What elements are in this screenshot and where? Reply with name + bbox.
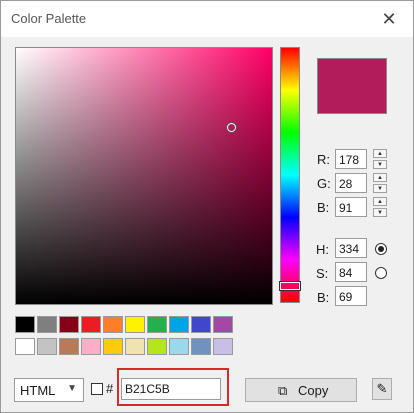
blue-up-button[interactable]: ▲: [373, 197, 387, 206]
hue-radio[interactable]: [375, 243, 387, 255]
color-swatch[interactable]: [37, 338, 57, 355]
green-down-button[interactable]: ▼: [373, 184, 387, 193]
copy-icon: ⧉: [278, 383, 288, 398]
green-label: G:: [317, 176, 331, 191]
color-swatch[interactable]: [81, 338, 101, 355]
color-swatch[interactable]: [125, 338, 145, 355]
green-up-button[interactable]: ▲: [373, 173, 387, 182]
format-select-value: HTML: [20, 383, 56, 398]
color-swatch[interactable]: [81, 316, 101, 333]
color-preview: [317, 58, 387, 114]
hash-label: #: [106, 381, 114, 396]
red-up-button[interactable]: ▲: [373, 149, 387, 158]
color-swatch[interactable]: [169, 316, 189, 333]
color-swatch[interactable]: [15, 338, 35, 355]
color-swatch[interactable]: [169, 338, 189, 355]
sv-black-layer: [16, 48, 272, 304]
red-stepper[interactable]: ▲ ▼: [373, 149, 387, 169]
eyedropper-icon[interactable]: ✎: [372, 378, 392, 400]
red-down-button[interactable]: ▼: [373, 160, 387, 169]
copy-button-label: Copy: [298, 383, 329, 398]
color-swatch[interactable]: [191, 338, 211, 355]
hue-slider[interactable]: [280, 47, 300, 303]
title-bar: Color Palette ✕: [1, 1, 413, 37]
color-swatch[interactable]: [125, 316, 145, 333]
saturation-radio[interactable]: [375, 267, 387, 279]
color-swatch[interactable]: [213, 338, 233, 355]
brightness-input[interactable]: 69: [335, 286, 367, 306]
saturation-input[interactable]: 84: [335, 262, 367, 282]
chevron-down-icon: ▼: [67, 383, 77, 394]
brightness-label: B:: [317, 290, 330, 305]
copy-button[interactable]: ⧉ Copy: [245, 378, 357, 402]
hue-label: H:: [316, 242, 329, 257]
hue-input[interactable]: 334: [335, 238, 367, 258]
green-stepper[interactable]: ▲ ▼: [373, 173, 387, 193]
hex-input[interactable]: B21C5B: [121, 378, 221, 400]
color-swatch[interactable]: [37, 316, 57, 333]
color-swatch[interactable]: [59, 338, 79, 355]
red-label: R:: [317, 152, 330, 167]
hue-slider-thumb[interactable]: [279, 281, 301, 292]
blue-down-button[interactable]: ▼: [373, 208, 387, 217]
green-input[interactable]: 28: [335, 173, 367, 193]
saturation-value-field[interactable]: [15, 47, 273, 305]
close-icon[interactable]: ✕: [377, 7, 401, 31]
color-swatch[interactable]: [103, 316, 123, 333]
color-swatch[interactable]: [147, 338, 167, 355]
color-swatch[interactable]: [103, 338, 123, 355]
color-swatch[interactable]: [15, 316, 35, 333]
color-palette-window: Color Palette ✕ R: 178 ▲ ▼ G: 28 ▲ ▼ B: 91…: [0, 0, 414, 413]
blue-input[interactable]: 91: [335, 197, 367, 217]
saturation-label: S:: [316, 266, 329, 281]
format-select[interactable]: HTML ▼: [14, 378, 84, 402]
window-title: Color Palette: [11, 11, 87, 26]
color-swatch[interactable]: [59, 316, 79, 333]
hash-checkbox[interactable]: [91, 383, 103, 395]
color-swatch[interactable]: [191, 316, 211, 333]
color-swatch[interactable]: [147, 316, 167, 333]
red-input[interactable]: 178: [335, 149, 367, 169]
color-swatch[interactable]: [213, 316, 233, 333]
blue-label: B:: [317, 200, 330, 215]
blue-stepper[interactable]: ▲ ▼: [373, 197, 387, 217]
